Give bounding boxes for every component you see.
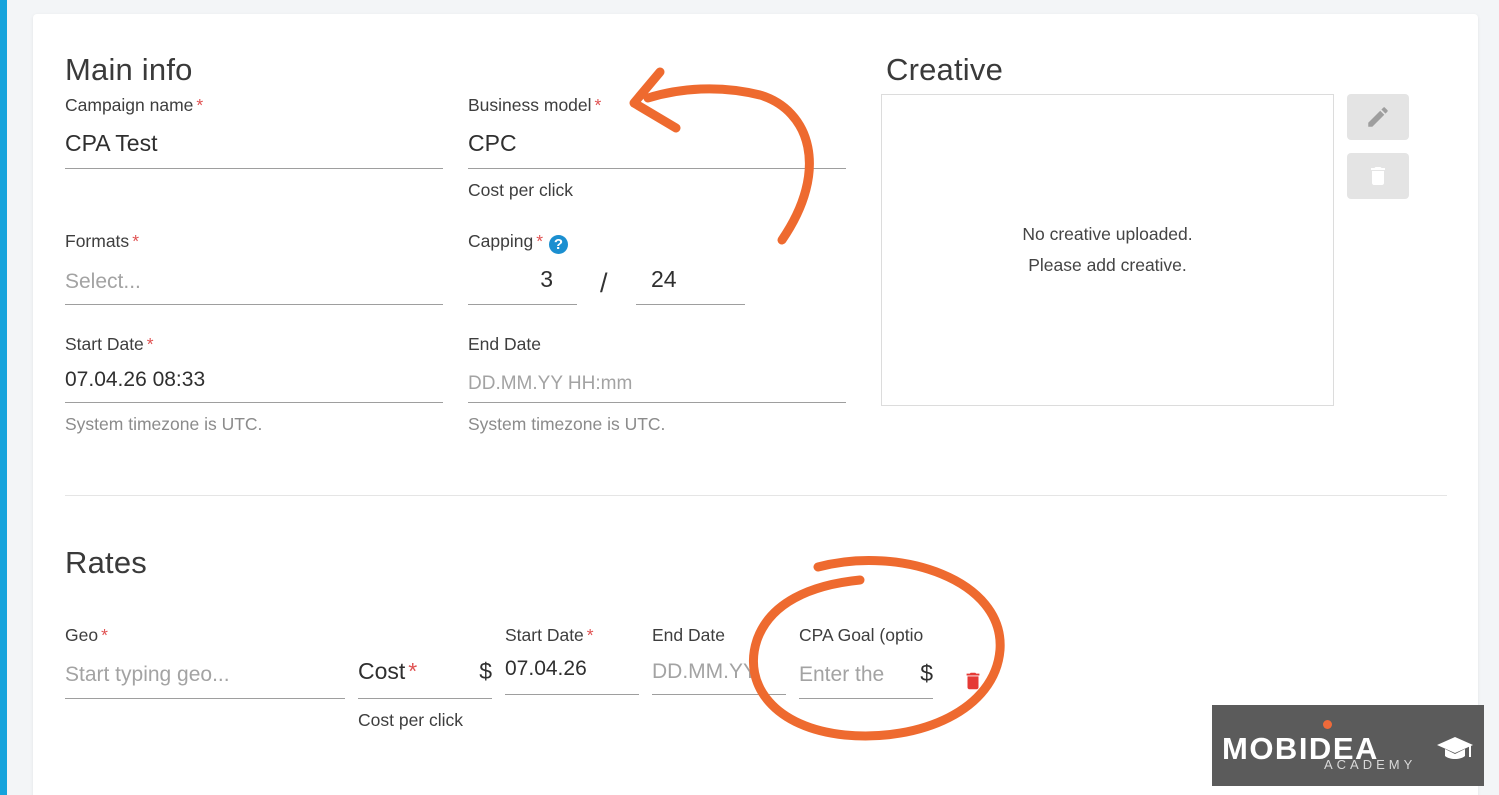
edit-creative-button[interactable] [1347, 94, 1409, 140]
required-marker: * [132, 231, 139, 251]
formats-select[interactable]: Select... [65, 267, 443, 305]
geo-label: Geo * [65, 625, 108, 646]
end-date-label-text: End Date [468, 334, 541, 354]
required-marker: * [408, 658, 418, 684]
rate-start-date-label-text: Start Date [505, 625, 584, 645]
required-marker: * [196, 95, 204, 115]
business-model-label: Business model * [468, 95, 601, 116]
formats-label-text: Formats [65, 231, 130, 251]
capping-label: Capping *? [468, 231, 569, 254]
cost-currency: $ [479, 658, 492, 684]
cpa-goal-label-text: CPA Goal (optio [799, 625, 924, 645]
start-date-input[interactable]: 07.04.26 08:33 [65, 368, 443, 403]
left-accent-bar [0, 0, 7, 795]
rates-title: Rates [65, 545, 147, 580]
geo-label-text: Geo [65, 625, 99, 645]
required-marker: * [586, 625, 594, 645]
end-date-input[interactable]: DD.MM.YY HH:mm [468, 368, 846, 403]
business-model-value: CPC [468, 130, 517, 156]
campaign-name-label: Campaign name * [65, 95, 203, 116]
start-date-timezone-hint: System timezone is UTC. [65, 414, 263, 434]
help-icon[interactable]: ? [549, 235, 569, 254]
cost-label-text: Cost [358, 658, 406, 684]
graduation-cap-icon [1437, 737, 1473, 759]
trash-icon [966, 672, 980, 690]
business-model-hint: Cost per click [468, 180, 574, 200]
capping-count-input[interactable]: 3 [468, 266, 577, 305]
start-date-label-text: Start Date [65, 334, 144, 354]
rate-start-date-input[interactable]: 07.04.26 [505, 657, 639, 695]
end-date-label: End Date [468, 334, 541, 355]
required-marker: * [146, 334, 154, 354]
cpa-goal-placeholder: Enter the [799, 663, 885, 686]
creative-empty-subtext: Please add creative. [1028, 255, 1187, 275]
geo-placeholder: Start typing geo... [65, 663, 230, 686]
rate-end-date-label: End Date [652, 625, 725, 646]
cpa-goal-input[interactable]: Enter the $ [799, 660, 933, 699]
business-model-select[interactable]: CPC [468, 130, 846, 169]
cpa-goal-label: CPA Goal (optio [799, 625, 934, 646]
watermark-sub: ACADEMY [1324, 757, 1417, 772]
rate-start-date-value: 07.04.26 [505, 657, 587, 680]
end-date-placeholder: DD.MM.YY HH:mm [468, 373, 633, 394]
creative-title: Creative [886, 52, 1004, 87]
campaign-name-input[interactable]: CPA Test [65, 130, 443, 169]
cost-hint: Cost per click [358, 710, 464, 730]
start-date-label: Start Date * [65, 334, 154, 355]
rate-start-date-label: Start Date * [505, 625, 594, 646]
creative-empty-text: No creative uploaded. [1022, 224, 1193, 244]
rate-end-date-input[interactable]: DD.MM.YY [652, 657, 786, 695]
rate-end-date-label-text: End Date [652, 625, 725, 645]
required-marker: * [101, 625, 108, 645]
formats-label: Formats * [65, 231, 139, 252]
end-date-timezone-hint: System timezone is UTC. [468, 414, 666, 434]
mobidea-academy-watermark: MOBIDEA ACADEMY [1212, 705, 1484, 786]
formats-placeholder: Select... [65, 270, 141, 293]
capping-hours-value: 24 [651, 266, 677, 292]
required-marker: * [594, 95, 602, 115]
delete-creative-button[interactable] [1347, 153, 1409, 199]
business-model-label-text: Business model [468, 95, 592, 115]
capping-label-text: Capping [468, 231, 534, 251]
campaign-name-value: CPA Test [65, 130, 158, 156]
logo-dot [1323, 720, 1332, 729]
creative-preview[interactable]: No creative uploaded. Please add creativ… [881, 94, 1334, 406]
delete-rate-button[interactable] [962, 668, 984, 699]
campaign-name-label-text: Campaign name [65, 95, 194, 115]
section-divider [65, 495, 1447, 496]
required-marker: * [536, 231, 544, 251]
trash-icon [1371, 167, 1385, 185]
geo-input[interactable]: Start typing geo... [65, 660, 345, 699]
rate-end-date-placeholder: DD.MM.YY [652, 660, 757, 683]
main-info-title: Main info [65, 52, 193, 87]
capping-count-value: 3 [540, 266, 553, 292]
capping-hours-input[interactable]: 24 [636, 266, 745, 305]
cpa-goal-currency: $ [916, 660, 933, 687]
capping-separator: / [600, 268, 608, 298]
cost-input[interactable]: Cost * $ [358, 658, 492, 699]
pencil-icon [1368, 107, 1388, 127]
start-date-value: 07.04.26 08:33 [65, 368, 206, 391]
